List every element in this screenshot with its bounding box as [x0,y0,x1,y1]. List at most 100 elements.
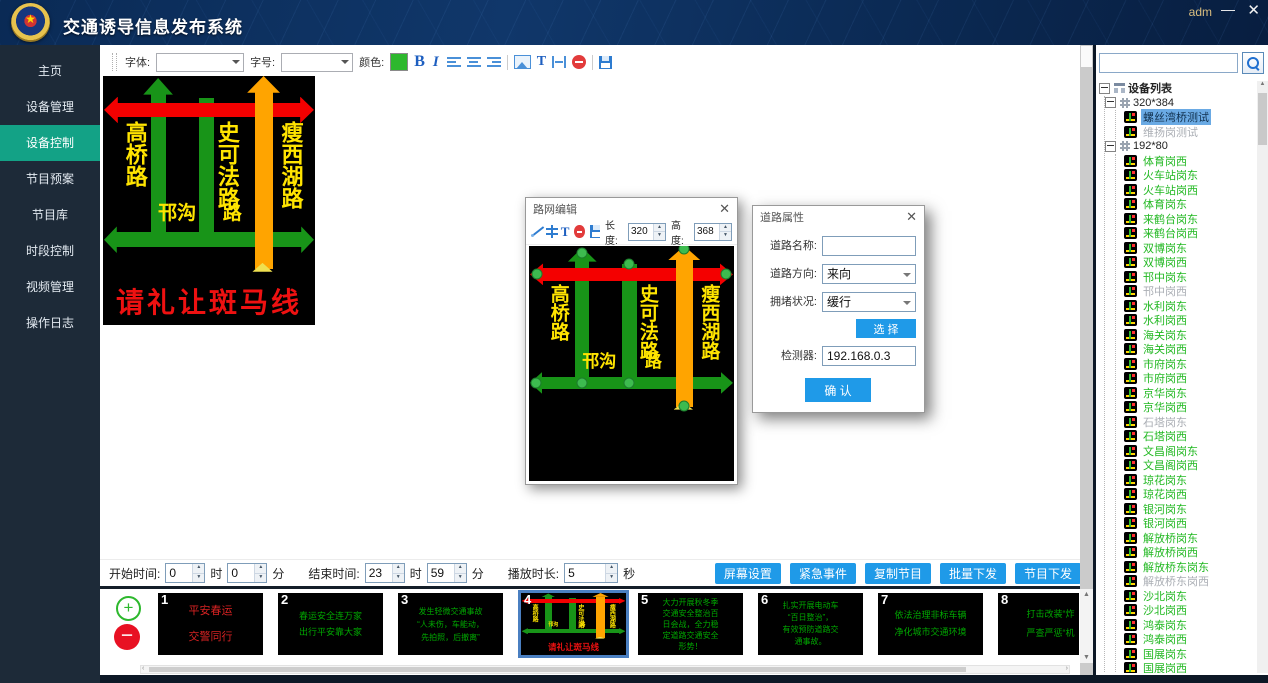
detector-field[interactable] [822,346,916,366]
device-item[interactable]: 体育岗东 [1116,197,1255,212]
font-size-select[interactable] [281,53,353,72]
spin-up-icon[interactable]: ▲ [720,224,731,233]
insert-image-button[interactable] [514,55,531,69]
device-item[interactable]: 双博岗东 [1116,241,1255,256]
duration-input[interactable]: 5▲▼ [564,563,618,583]
confirm-button[interactable]: 确 认 [805,378,871,402]
line-tool-button[interactable] [531,225,541,238]
collapse-icon[interactable] [1099,83,1110,94]
road-editor-canvas[interactable]: 高桥路史可法路瘦西湖路邗沟路 [529,246,734,481]
congestion-select[interactable]: 缓行 [822,292,916,312]
device-tree-root[interactable]: 设备列表 [1099,81,1255,96]
road-node-handle[interactable] [624,377,635,388]
collapse-icon[interactable] [1105,141,1116,152]
tree-vscrollbar[interactable]: ▲ [1257,81,1268,673]
sidebar-item-device-management[interactable]: 设备管理 [0,89,100,125]
device-item[interactable]: 解放桥东岗西 [1116,574,1255,589]
close-icon[interactable]: ✕ [719,202,730,215]
device-item[interactable]: 沙北岗东 [1116,589,1255,604]
device-item[interactable]: 水利岗东 [1116,299,1255,314]
device-item[interactable]: 京华岗西 [1116,400,1255,415]
device-item[interactable]: 水利岗西 [1116,313,1255,328]
playlist-item-7[interactable]: 7依法治理非标车辆净化城市交通环境 [878,593,983,655]
playlist-hscrollbar[interactable]: ‹ › [140,665,1070,674]
spin-down-icon[interactable]: ▼ [255,574,266,583]
road-name-field[interactable] [822,236,916,256]
close-icon[interactable]: ✕ [906,210,917,223]
color-swatch[interactable] [390,53,408,71]
remove-program-button[interactable]: − [114,624,140,650]
road-node-handle[interactable] [624,259,635,270]
minimize-button[interactable]: — [1221,1,1235,17]
device-item[interactable]: 邗中岗西 [1116,284,1255,299]
spin-up-icon[interactable]: ▲ [393,564,404,574]
device-item[interactable]: 来鹤台岗西 [1116,226,1255,241]
playlist-item-5[interactable]: 5大力开展秋冬季交通安全整治百日会战，全力稳定道路交通安全形势！ [638,593,743,655]
road-node-handle[interactable] [532,268,543,279]
font-select[interactable] [156,53,244,72]
device-item[interactable]: 鸿泰岗东 [1116,618,1255,633]
sidebar-item-program-library[interactable]: 节目库 [0,197,100,233]
scrollbar-thumb[interactable] [1258,93,1267,145]
italic-button[interactable]: I [431,54,441,71]
align-left-icon[interactable] [447,57,461,68]
road-node-handle[interactable] [678,400,689,411]
sidebar-item-video-management[interactable]: 视频管理 [0,269,100,305]
playlist-item-1[interactable]: 1平安春运交警同行 [158,593,263,655]
collapse-icon[interactable] [1105,97,1116,108]
device-item[interactable]: 市府岗西 [1116,371,1255,386]
device-item[interactable]: 体育岗西 [1116,154,1255,169]
device-item[interactable]: 解放桥东岗东 [1116,560,1255,575]
device-item[interactable]: 火车站岗东 [1116,168,1255,183]
sidebar-item-program-plan[interactable]: 节目预案 [0,161,100,197]
device-group-192x80[interactable]: 192*80 [1105,139,1255,154]
spin-down-icon[interactable]: ▼ [455,574,466,583]
length-spinner[interactable]: 320 ▲▼ [628,223,666,241]
save-tool-button[interactable] [590,225,600,238]
save-button[interactable] [599,56,612,69]
device-item[interactable]: 京华岗东 [1116,386,1255,401]
playlist-item-8[interactable]: 8打击改装“炸严查严惩“机 [998,593,1079,655]
action-button-4[interactable]: 节目下发 [1015,563,1081,584]
align-center-icon[interactable] [467,57,481,68]
device-item[interactable]: 沙北岗西 [1116,603,1255,618]
playlist-vscrollbar[interactable]: ▲ ▼ [1080,589,1093,663]
action-button-3[interactable]: 批量下发 [940,563,1006,584]
insert-text-button[interactable]: T [537,54,546,70]
device-item[interactable]: 螺丝湾桥测试 [1116,110,1255,125]
device-item[interactable]: 国展岗西 [1116,661,1255,673]
device-item[interactable]: 市府岗东 [1116,357,1255,372]
bold-button[interactable]: B [414,53,425,71]
start-hour-input[interactable]: 0▲▼ [165,563,205,583]
device-group-320x384[interactable]: 320*384 [1105,96,1255,111]
action-button-2[interactable]: 复制节目 [865,563,931,584]
device-item[interactable]: 解放桥岗西 [1116,545,1255,560]
device-item[interactable]: 琼花岗东 [1116,473,1255,488]
device-item[interactable]: 鸿泰岗西 [1116,632,1255,647]
spin-down-icon[interactable]: ▼ [606,574,617,583]
action-button-1[interactable]: 紧急事件 [790,563,856,584]
delete-button[interactable] [572,55,586,69]
scroll-down-icon[interactable]: ▼ [1080,654,1093,661]
road-editor-titlebar[interactable]: 路网编辑 ✕ [526,198,737,219]
device-item[interactable]: 石塔岗东 [1116,415,1255,430]
align-right-icon[interactable] [487,57,501,68]
spin-down-icon[interactable]: ▼ [393,574,404,583]
scroll-right-icon[interactable]: › [1066,665,1068,672]
road-node-handle[interactable] [577,377,588,388]
spin-up-icon[interactable]: ▲ [255,564,266,574]
spin-down-icon[interactable]: ▼ [720,232,731,240]
sidebar-item-device-control[interactable]: 设备控制 [0,125,100,161]
scrollbar-thumb[interactable] [149,667,966,672]
road-node-handle[interactable] [577,247,588,258]
road-tool-button[interactable] [546,225,555,238]
select-detector-button[interactable]: 选 择 [856,319,916,338]
spin-up-icon[interactable]: ▲ [654,224,665,233]
add-program-button[interactable]: + [116,596,141,621]
delete-tool-button[interactable] [574,225,584,238]
scroll-up-icon[interactable]: ▲ [1257,81,1268,87]
playlist-item-3[interactable]: 3发生轻微交通事故“人未伤，车能动，先拍照，后撤离” [398,593,503,655]
device-item[interactable]: 琼花岗西 [1116,487,1255,502]
road-node-handle[interactable] [531,377,542,388]
end-hour-input[interactable]: 23▲▼ [365,563,405,583]
